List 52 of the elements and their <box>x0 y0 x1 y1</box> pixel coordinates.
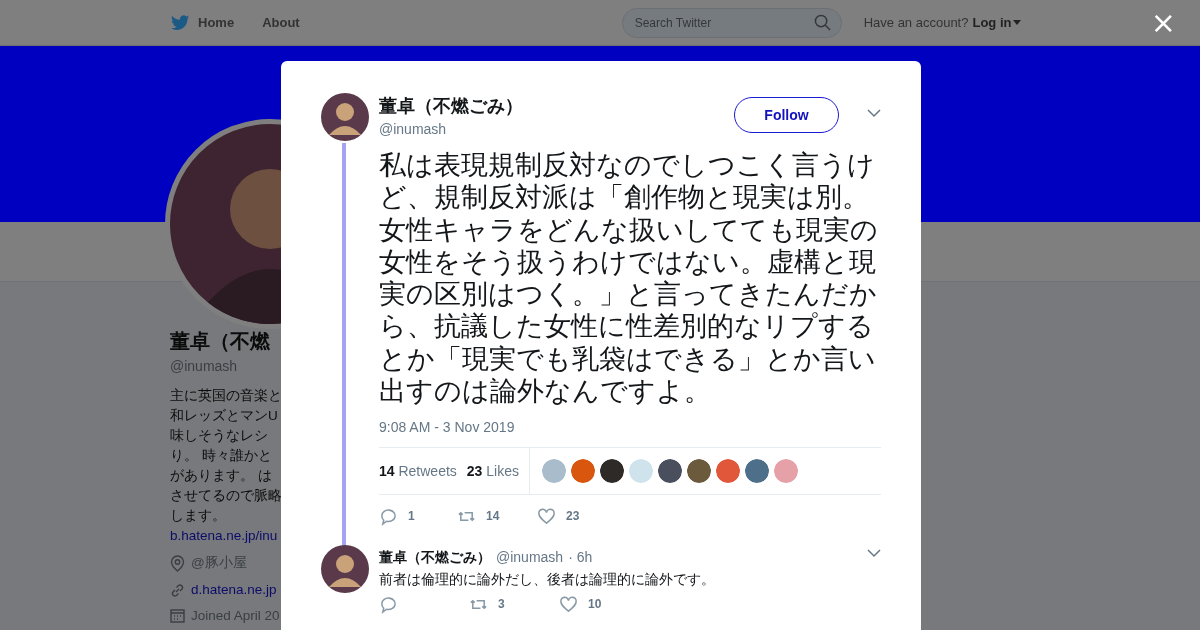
bio-line: させてるので脈略 <box>170 487 282 505</box>
action-button[interactable]: 1 <box>379 506 457 526</box>
profile-location: @豚小屋 <box>191 554 247 572</box>
bio-line: 主に英国の音楽と <box>170 387 282 405</box>
search-field[interactable]: Search Twitter <box>621 7 842 38</box>
bird-icon <box>171 14 190 31</box>
account-prompt: Have an account? <box>863 15 969 30</box>
action-button[interactable]: 23 <box>537 506 617 526</box>
reply-author-handle: @inumash <box>496 549 564 566</box>
caret-icon <box>1013 20 1022 25</box>
avatar-icon <box>321 545 369 594</box>
bio-line: 味しそうなレシ <box>170 427 269 445</box>
follow-button[interactable]: Follow <box>734 97 839 133</box>
reply-text: 前者は倫理的に論外だし、後者は論理的に論外です。 <box>379 571 716 590</box>
bio-line: 和レッズとマンU <box>170 407 279 425</box>
heart-icon <box>559 594 578 614</box>
action-button[interactable]: 3 <box>469 594 559 614</box>
heart-icon <box>537 506 556 526</box>
chevron-down-icon[interactable] <box>867 109 881 118</box>
joined-date: Joined April 20 <box>191 608 280 623</box>
reply-author-name: 董卓（不燃ごみ） <box>379 549 491 568</box>
reply-icon <box>379 594 398 614</box>
location-pin-icon <box>170 554 185 572</box>
tweet-time: 9:08 AM - 3 Nov 2019 <box>379 419 516 436</box>
action-button[interactable]: 14 <box>457 506 537 526</box>
login-link[interactable]: Log in <box>972 15 1022 30</box>
profile-name: 董卓（不燃 <box>170 329 271 354</box>
avatar-icon[interactable] <box>687 459 711 484</box>
author-handle: @inumash <box>379 121 448 137</box>
calendar-icon <box>170 608 185 623</box>
nav-link[interactable]: About <box>262 15 300 30</box>
tweet-text: 私は表現規制反対なのでしつこく言うけど、規制反対派は「創作物と現実は別。女性キャラをどんな扱いしてても現実の女性をそう扱うわけではない。虚構と現実の区別はつく。」と言ってきたんだから、抗議した女性に性差別的なリプするとか「現実でも乳袋はできる」とか言い出すのは論外なんですよ。 <box>379 149 879 408</box>
reply-icon <box>379 506 398 526</box>
close-button[interactable]: × <box>1150 7 1176 38</box>
bio-line: り。 時々誰かと <box>170 447 273 465</box>
chevron-down-icon[interactable] <box>867 549 881 559</box>
avatar-icon[interactable] <box>658 459 682 484</box>
author-name: 董卓（不燃ごみ） <box>379 95 524 118</box>
profile-handle: @inumash <box>170 358 239 374</box>
reply-time: · 6h <box>568 549 593 566</box>
search-icon <box>813 13 831 31</box>
nav-link[interactable]: Home <box>171 14 235 31</box>
stat-link[interactable]: 23 Likes <box>466 463 519 480</box>
avatar-icon[interactable] <box>600 459 624 484</box>
website-link[interactable]: d.hatena.ne.jp <box>191 580 277 600</box>
bio-link[interactable]: b.hatena.ne.jp/inu <box>170 526 282 546</box>
bio-line: があります。 は <box>170 467 273 485</box>
stat-link[interactable]: 14 Retweets <box>379 463 457 480</box>
bio-line: します。 <box>170 507 227 525</box>
link-icon <box>170 582 185 598</box>
avatar-icon <box>321 93 369 141</box>
action-button[interactable]: 10 <box>559 594 649 614</box>
